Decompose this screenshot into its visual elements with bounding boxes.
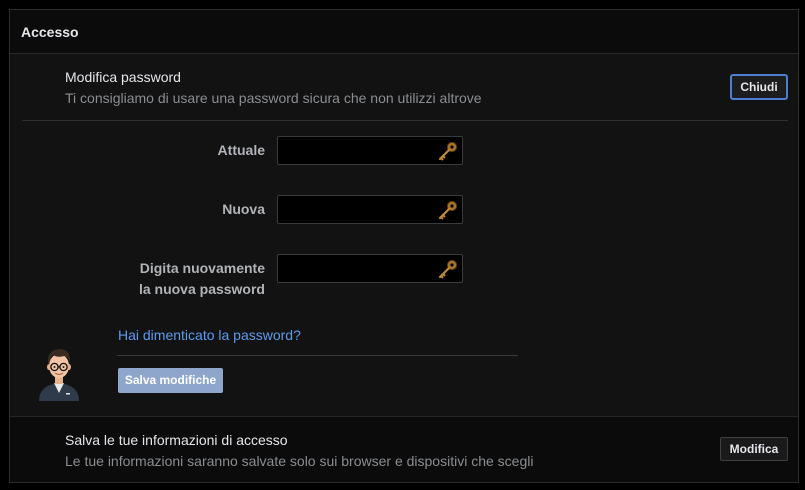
key-icon[interactable] <box>437 140 459 162</box>
confirm-password-label: Digita nuovamente la nuova password <box>139 258 265 300</box>
divider <box>117 355 518 356</box>
confirm-password-label-line2: la nuova password <box>138 281 265 297</box>
close-button[interactable]: Chiudi <box>730 74 788 100</box>
confirm-password-input[interactable] <box>277 254 463 283</box>
change-password-title: Modifica password <box>65 69 181 85</box>
divider <box>22 120 788 121</box>
login-info-title: Salva le tue informazioni di accesso <box>65 432 288 448</box>
key-icon[interactable] <box>437 258 459 280</box>
forgot-password-link[interactable]: Hai dimenticato la password? <box>118 327 301 343</box>
key-icon[interactable] <box>437 199 459 221</box>
avatar <box>39 349 79 401</box>
login-info-section: Salva le tue informazioni di accesso Le … <box>10 416 798 482</box>
edit-button[interactable]: Modifica <box>720 437 788 461</box>
login-info-subtitle: Le tue informazioni saranno salvate solo… <box>65 453 534 469</box>
save-changes-button[interactable]: Salva modifiche <box>118 368 223 393</box>
access-settings-panel: Accesso Modifica password Ti consigliamo… <box>9 9 799 483</box>
confirm-password-label-line1: Digita nuovamente <box>139 260 265 276</box>
panel-title: Accesso <box>21 24 79 40</box>
panel-header: Accesso <box>10 10 798 54</box>
new-password-label: Nuova <box>222 201 265 217</box>
current-password-input[interactable] <box>277 136 463 165</box>
new-password-input[interactable] <box>277 195 463 224</box>
change-password-subtitle: Ti consigliamo di usare una password sic… <box>65 90 482 106</box>
current-password-label: Attuale <box>217 142 265 158</box>
